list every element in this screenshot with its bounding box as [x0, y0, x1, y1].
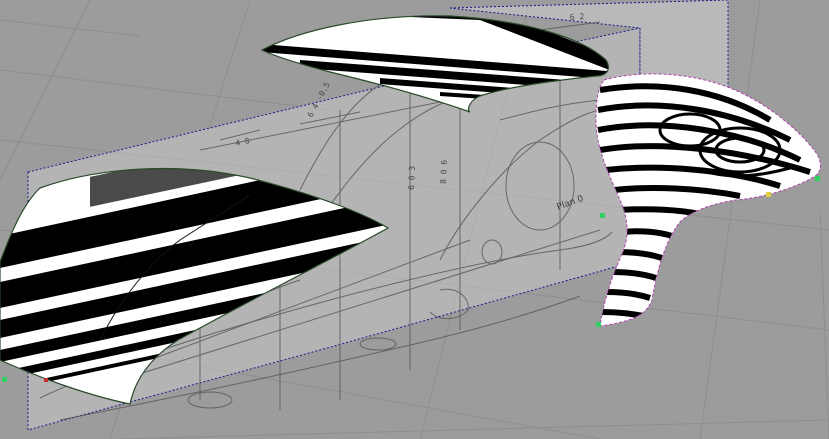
- control-point: [596, 322, 601, 327]
- dimension-label: 6 2: [570, 12, 585, 22]
- control-point: [815, 176, 820, 181]
- rear-fender-surface[interactable]: [590, 60, 829, 340]
- control-point: [44, 378, 48, 382]
- modeling-viewport[interactable]: 6 4 -0.5 4 8 6 0 3 8 0 6 6 2 Plan 0: [0, 0, 829, 439]
- scene-canvas[interactable]: 6 4 -0.5 4 8 6 0 3 8 0 6 6 2 Plan 0: [0, 0, 829, 439]
- control-point: [766, 192, 771, 197]
- control-point: [2, 377, 7, 382]
- control-point: [600, 213, 605, 218]
- dimension-label: 8 0 6: [439, 160, 449, 185]
- dimension-label: 6 0 3: [407, 166, 417, 191]
